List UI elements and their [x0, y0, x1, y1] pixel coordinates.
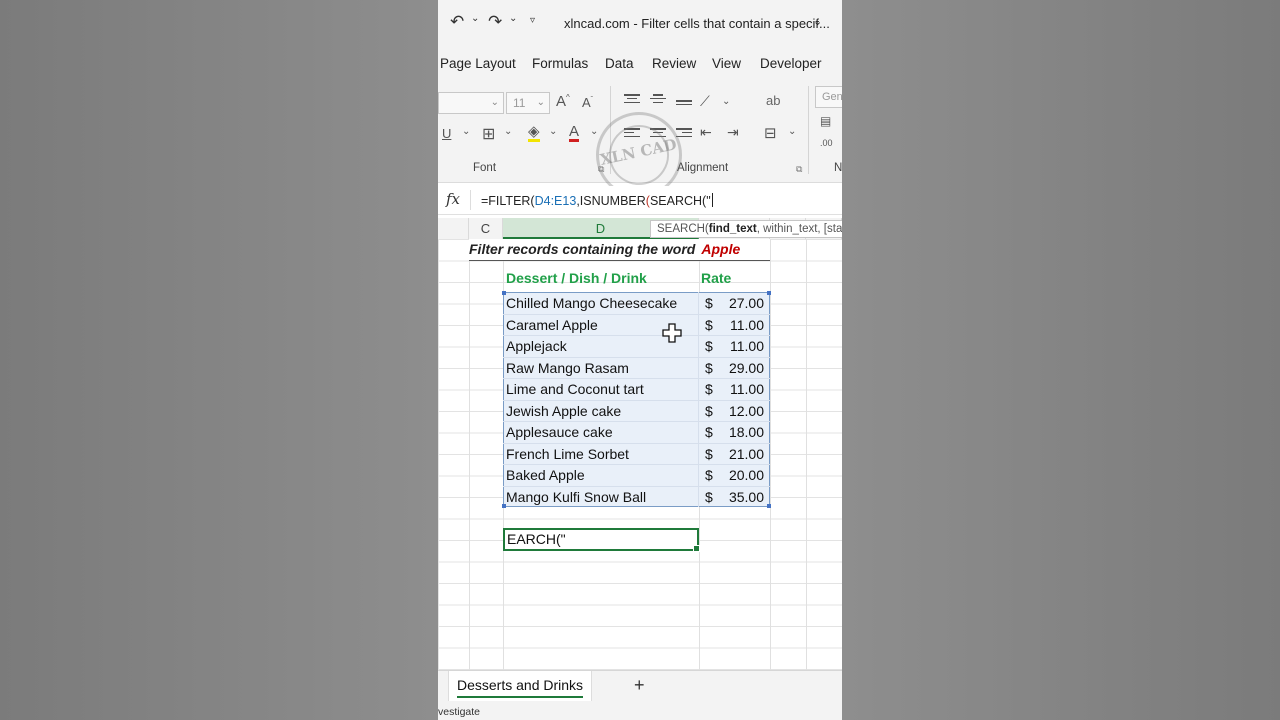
chevron-down-icon[interactable]: ⌄ — [509, 13, 517, 24]
status-text: vestigate — [438, 706, 481, 718]
font-size-value: 11 — [513, 96, 526, 110]
font-size-combo[interactable]: 11 ⌄ — [506, 92, 550, 114]
add-sheet-button[interactable]: + — [634, 675, 645, 696]
font-group-label: Font — [473, 162, 497, 174]
increase-indent-icon[interactable]: ⇥ — [727, 124, 739, 141]
table-row[interactable]: Raw Mango Rasam $29.00 — [438, 357, 842, 379]
table-row[interactable]: Mango Kulfi Snow Ball $35.00 — [438, 486, 842, 508]
fill-handle[interactable] — [693, 545, 700, 552]
tab-developer[interactable]: Developer — [760, 56, 822, 71]
chevron-down-icon[interactable]: ⌄ — [722, 96, 730, 107]
borders-icon[interactable]: ⊞ — [482, 124, 495, 144]
undo-icon[interactable]: ↶ — [450, 11, 464, 33]
fill-color-icon[interactable]: ◈ — [528, 124, 540, 142]
merge-center-icon[interactable]: ⊟ — [764, 124, 777, 142]
wrap-text-icon[interactable]: ab — [766, 93, 780, 108]
tab-view[interactable]: View — [712, 56, 741, 71]
customize-qat-icon[interactable]: ▿ — [530, 15, 535, 26]
font-name-combo[interactable]: ⌄ — [438, 92, 504, 114]
left-backdrop — [0, 0, 438, 720]
tab-page-layout[interactable]: Page Layout — [440, 56, 516, 71]
orientation-icon[interactable]: ⟋ — [700, 93, 710, 110]
redo-icon[interactable]: ↷ — [488, 11, 502, 33]
group-divider — [808, 86, 809, 174]
align-top-icon[interactable] — [624, 94, 640, 106]
table-header-rate: Rate — [701, 270, 732, 286]
ribbon-tabs: Page Layout Formulas Data Review View De… — [438, 46, 842, 82]
chevron-down-icon[interactable]: ⌄ — [788, 126, 796, 137]
tab-data[interactable]: Data — [605, 56, 634, 71]
table-header-dish: Dessert / Dish / Drink — [506, 270, 647, 286]
table-row[interactable]: Baked Apple $20.00 — [438, 464, 842, 486]
insert-function-icon[interactable]: fx — [446, 190, 460, 208]
formula-text[interactable]: =FILTER(D4:E13,ISNUMBER(SEARCH(" — [481, 193, 713, 208]
table-row[interactable]: Applejack $11.00 — [438, 335, 842, 357]
chevron-down-icon[interactable]: ⌄ — [471, 13, 479, 24]
formula-bar[interactable]: fx =FILTER(D4:E13,ISNUMBER(SEARCH(" — [438, 186, 842, 215]
decrease-font-icon[interactable]: Aˇ — [582, 95, 593, 110]
table-row[interactable]: Applesauce cake $18.00 — [438, 421, 842, 443]
title-bar: ↶ ⌄ ↷ ⌄ ▿ xlncad.com - Filter cells that… — [438, 0, 842, 46]
right-backdrop — [842, 0, 1280, 720]
text-caret — [711, 193, 713, 207]
function-tooltip: SEARCH(find_text, within_text, [sta — [650, 220, 842, 238]
table-row[interactable]: Jewish Apple cake $12.00 — [438, 400, 842, 422]
chevron-down-icon[interactable]: ⌄ — [590, 126, 598, 137]
worksheet-grid[interactable]: Filter records containing the word Apple … — [438, 239, 842, 670]
decrease-decimal-icon[interactable]: .00 — [820, 138, 833, 148]
tooltip-arg-find-text: find_text — [708, 223, 757, 235]
alignment-group-label: Alignment — [677, 162, 729, 174]
heading-keyword: Apple — [701, 241, 741, 257]
table-row[interactable]: Lime and Coconut tart $11.00 — [438, 378, 842, 400]
excel-window: ↶ ⌄ ↷ ⌄ ▿ xlncad.com - Filter cells that… — [438, 0, 842, 720]
chevron-down-icon[interactable]: ⌄ — [462, 126, 470, 137]
status-bar: vestigate — [438, 704, 842, 720]
accounting-format-icon[interactable]: ▤ — [820, 114, 831, 128]
number-group-label: N — [834, 162, 842, 174]
align-middle-icon[interactable] — [650, 94, 666, 106]
sheet-heading: Filter records containing the word Apple — [469, 239, 770, 261]
alignment-dialog-launcher-icon[interactable]: ⧉ — [796, 164, 802, 175]
column-header-c[interactable]: C — [469, 218, 503, 239]
table-row[interactable]: French Lime Sorbet $21.00 — [438, 443, 842, 465]
cell-cursor-icon — [662, 323, 682, 343]
chevron-down-icon[interactable]: ⌄ — [549, 126, 557, 137]
align-bottom-icon[interactable] — [676, 100, 692, 112]
formula-reference: D4:E13 — [534, 194, 577, 208]
ribbon: ⌄ 11 ⌄ A^ Aˇ U ⌄ ⊞ ⌄ ◈ ⌄ A ⌄ Font ⧉ ⟋ ⌄ a… — [438, 82, 842, 207]
tab-formulas[interactable]: Formulas — [532, 56, 588, 71]
increase-font-icon[interactable]: A^ — [556, 93, 570, 110]
font-color-icon[interactable]: A — [569, 124, 580, 142]
table-row[interactable]: Chilled Mango Cheesecake $27.00 — [438, 292, 842, 314]
underline-button[interactable]: U — [442, 126, 451, 141]
sheet-tab-desserts-and-drinks[interactable]: Desserts and Drinks — [448, 671, 593, 701]
number-format-combo[interactable]: Gene — [815, 86, 842, 108]
chevron-down-icon[interactable]: ⌄ — [813, 15, 822, 28]
sheet-tab-bar: Desserts and Drinks + — [438, 670, 842, 705]
decrease-indent-icon[interactable]: ⇤ — [700, 124, 712, 141]
row-header-corner[interactable] — [438, 218, 469, 239]
chevron-down-icon[interactable]: ⌄ — [504, 126, 512, 137]
active-cell-editor[interactable]: EARCH(" — [503, 528, 700, 552]
table-row[interactable]: Caramel Apple $11.00 — [438, 314, 842, 336]
document-title: xlncad.com - Filter cells that contain a… — [564, 16, 830, 31]
tab-review[interactable]: Review — [652, 56, 696, 71]
